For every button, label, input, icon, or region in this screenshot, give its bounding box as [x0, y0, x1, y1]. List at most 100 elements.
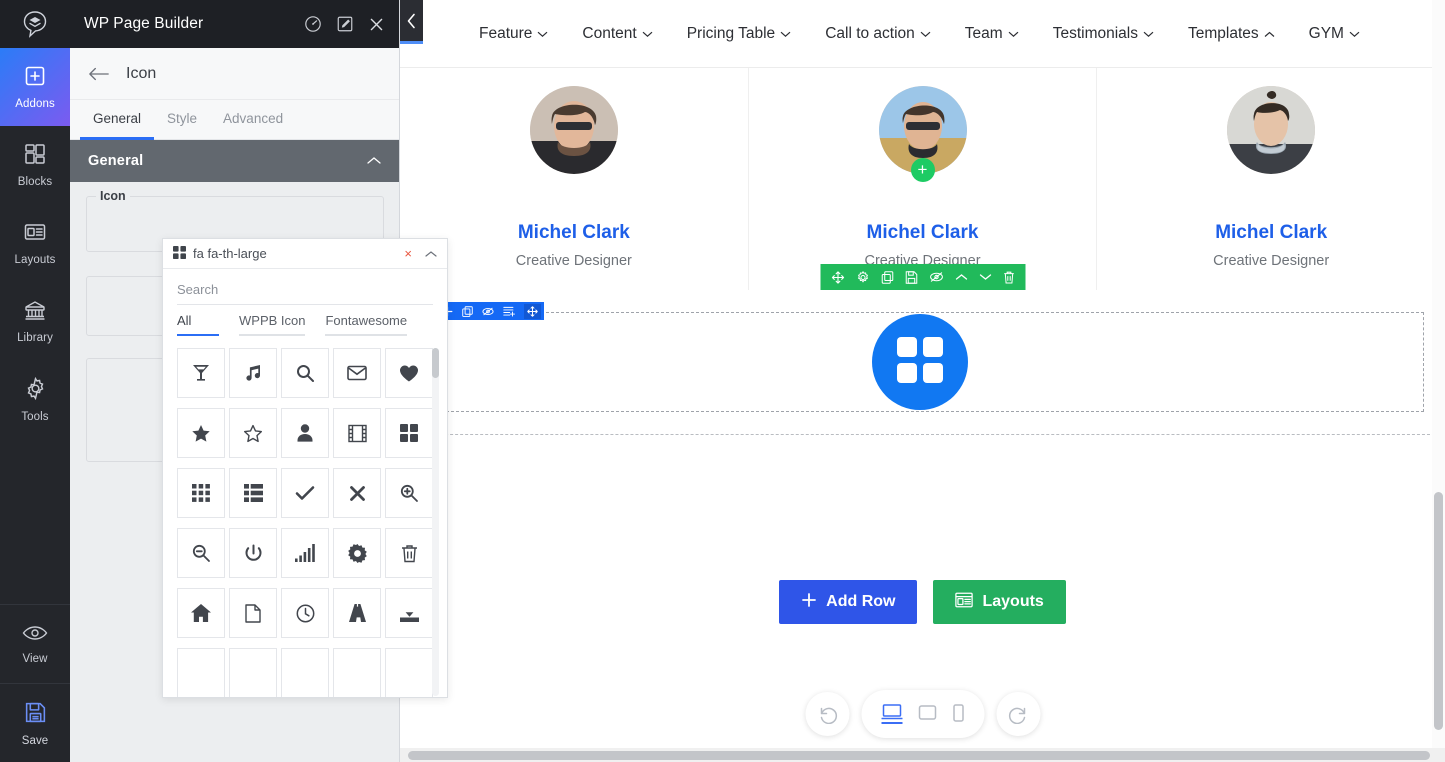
- visibility-icon[interactable]: [482, 307, 494, 316]
- icon-cell-envelope[interactable]: [333, 348, 381, 398]
- collapse-panel-button[interactable]: [400, 0, 423, 44]
- icon-tab-all[interactable]: All: [177, 313, 219, 336]
- back-arrow-icon[interactable]: [88, 66, 110, 82]
- move-down-icon[interactable]: [979, 273, 991, 281]
- icon-grid-scrollbar[interactable]: [432, 348, 439, 696]
- icon-cell-file[interactable]: [229, 588, 277, 638]
- settings-icon[interactable]: [856, 271, 869, 284]
- close-icon[interactable]: [368, 16, 385, 33]
- nav-item-content[interactable]: Content: [565, 25, 669, 43]
- nav-item-team[interactable]: Team: [948, 25, 1036, 43]
- sidebar-item-layouts[interactable]: Layouts: [0, 204, 70, 282]
- icon-cell-blank-5[interactable]: [385, 648, 433, 698]
- nav-item-pricing-table[interactable]: Pricing Table: [670, 25, 808, 43]
- icon-cell-home[interactable]: [177, 588, 225, 638]
- sidebar-item-save[interactable]: Save: [0, 684, 70, 762]
- team-card[interactable]: Michel Clark Creative Designer: [400, 68, 749, 290]
- nav-item-testimonials[interactable]: Testimonials: [1036, 25, 1171, 43]
- desktop-icon[interactable]: [881, 704, 902, 724]
- edit-icon[interactable]: [336, 15, 354, 33]
- icon-cell-signal[interactable]: [281, 528, 329, 578]
- icon-cell-film[interactable]: [333, 408, 381, 458]
- move-icon[interactable]: [831, 271, 844, 284]
- icon-cell-times[interactable]: [333, 468, 381, 518]
- icon-cell-check[interactable]: [281, 468, 329, 518]
- icon-tab-fontawesome[interactable]: Fontawesome: [325, 313, 407, 336]
- nav-label: Call to action: [825, 25, 915, 43]
- save-icon[interactable]: [905, 271, 917, 284]
- canvas-vscroll-thumb[interactable]: [1434, 492, 1443, 730]
- icon-cell-star-outline[interactable]: [229, 408, 277, 458]
- tab-general[interactable]: General: [80, 100, 154, 140]
- columns-icon[interactable]: [503, 306, 515, 317]
- delete-icon[interactable]: [1003, 271, 1014, 284]
- icon-cell-star[interactable]: [177, 408, 225, 458]
- icon-cell-search-plus[interactable]: [385, 468, 433, 518]
- icon-cell-heart[interactable]: [385, 348, 433, 398]
- tab-advanced[interactable]: Advanced: [210, 100, 296, 140]
- canvas-hscroll-thumb[interactable]: [408, 751, 1430, 760]
- redo-button[interactable]: [996, 692, 1040, 736]
- icon-cell-glass[interactable]: [177, 348, 225, 398]
- th-large-icon: [173, 246, 186, 262]
- nav-item-call-to-action[interactable]: Call to action: [808, 25, 948, 43]
- icon-cell-power-off[interactable]: [229, 528, 277, 578]
- icon-picker-value: fa fa-th-large: [193, 246, 393, 261]
- icon-cell-road[interactable]: [333, 588, 381, 638]
- mobile-icon[interactable]: [952, 704, 964, 724]
- sidebar-item-view[interactable]: View: [0, 605, 70, 683]
- layouts-button[interactable]: Layouts: [933, 580, 1065, 624]
- add-row-button[interactable]: Add Row: [779, 580, 917, 624]
- duplicate-icon[interactable]: [881, 271, 893, 284]
- hide-icon[interactable]: [929, 271, 943, 283]
- sidebar-item-tools[interactable]: Tools: [0, 360, 70, 438]
- app-title: WP Page Builder: [84, 15, 304, 33]
- nav-label: Pricing Table: [687, 25, 775, 43]
- chevron-up-icon[interactable]: [423, 250, 437, 258]
- gauge-icon[interactable]: [304, 15, 322, 33]
- icon-cell-blank-1[interactable]: [177, 648, 225, 698]
- undo-button[interactable]: [805, 692, 849, 736]
- icon-cell-th[interactable]: [177, 468, 225, 518]
- tablet-icon[interactable]: [918, 705, 936, 723]
- icon-tab-wppb[interactable]: WPPB Icon: [239, 313, 305, 336]
- clear-icon[interactable]: ×: [400, 246, 416, 261]
- icon-cell-search-minus[interactable]: [177, 528, 225, 578]
- icon-cell-user[interactable]: [281, 408, 329, 458]
- icon-picker-value-row[interactable]: fa fa-th-large ×: [163, 239, 447, 269]
- move-up-icon[interactable]: [955, 273, 967, 281]
- icon-cell-cog[interactable]: [333, 528, 381, 578]
- row-container[interactable]: [400, 290, 1445, 435]
- icon-cell-music[interactable]: [229, 348, 277, 398]
- chevron-down-icon: [920, 25, 931, 43]
- icon-cell-blank-4[interactable]: [333, 648, 381, 698]
- sidebar-item-blocks[interactable]: Blocks: [0, 126, 70, 204]
- sidebar-item-addons[interactable]: Addons: [0, 48, 70, 126]
- team-card[interactable]: Michel Clark Creative Designer: [1097, 68, 1445, 290]
- panel-title: Icon: [126, 65, 156, 83]
- column-box[interactable]: [416, 312, 1424, 412]
- icon-cell-download[interactable]: [385, 588, 433, 638]
- canvas-hscroll-track[interactable]: [400, 748, 1445, 762]
- icon-cell-search[interactable]: [281, 348, 329, 398]
- nav-item-gym[interactable]: GYM: [1292, 25, 1377, 43]
- gear-icon: [23, 376, 48, 406]
- duplicate-icon[interactable]: [462, 306, 473, 317]
- addon-icon-preview[interactable]: [872, 314, 968, 410]
- icon-cell-blank-3[interactable]: [281, 648, 329, 698]
- chevron-up-icon[interactable]: [367, 152, 381, 170]
- icon-cell-clock[interactable]: [281, 588, 329, 638]
- nav-item-feature[interactable]: Feature: [462, 25, 565, 43]
- add-row-dot-button[interactable]: +: [911, 158, 935, 182]
- sidebar-item-library[interactable]: Library: [0, 282, 70, 360]
- icon-cell-th-large[interactable]: [385, 408, 433, 458]
- move-icon[interactable]: [524, 304, 541, 319]
- search-input[interactable]: [177, 275, 433, 305]
- nav-item-templates[interactable]: Templates: [1171, 25, 1292, 43]
- section-header-general[interactable]: General: [70, 140, 399, 182]
- tab-style[interactable]: Style: [154, 100, 210, 140]
- icon-cell-blank-2[interactable]: [229, 648, 277, 698]
- icon-cell-trash[interactable]: [385, 528, 433, 578]
- icon-cell-th-list[interactable]: [229, 468, 277, 518]
- icon-grid-scroll-thumb[interactable]: [432, 348, 439, 378]
